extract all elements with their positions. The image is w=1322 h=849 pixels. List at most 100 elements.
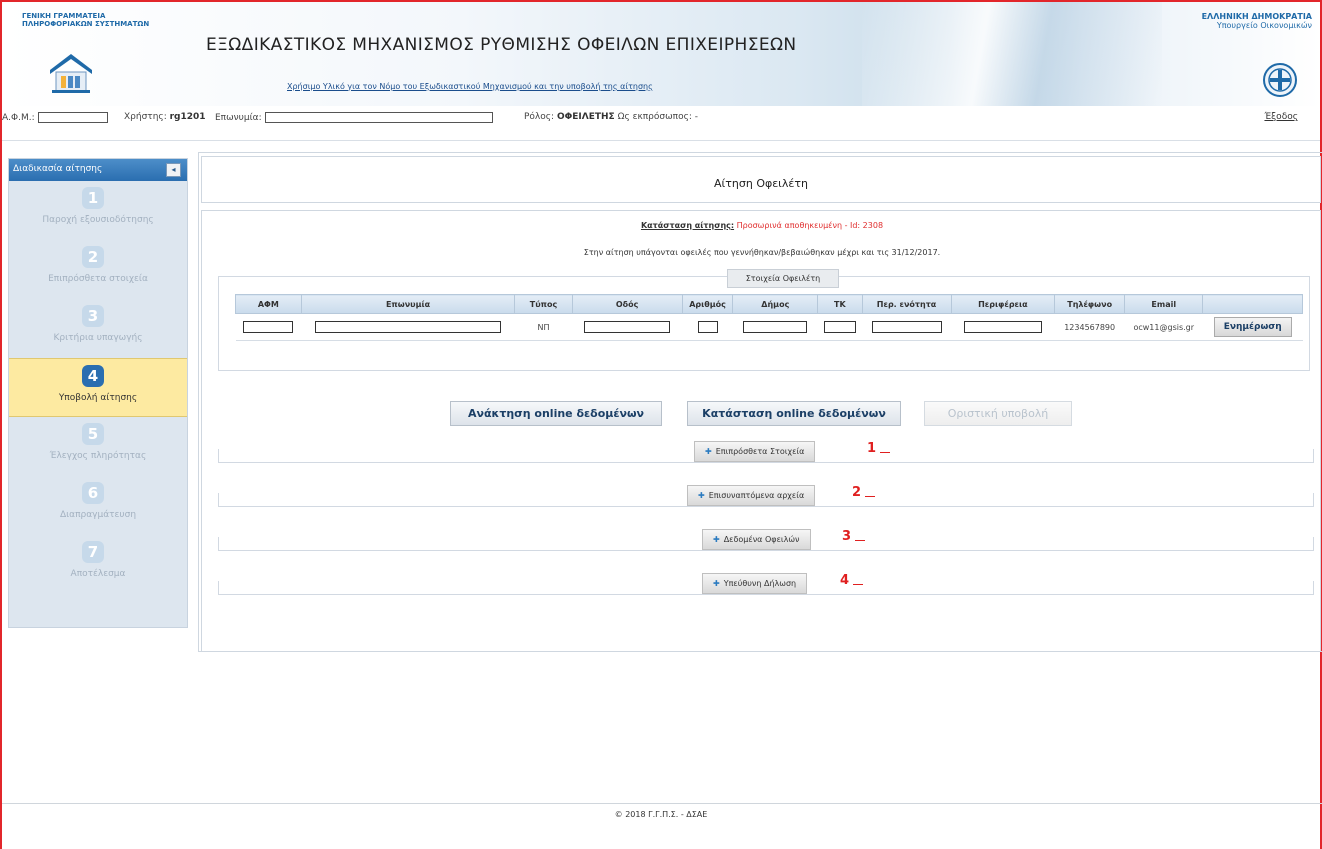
- step-number-badge: 1: [82, 187, 104, 209]
- gsis-name-line2: ΠΛΗΡΟΦΟΡΙΑΚΩΝ ΣΥΣΤΗΜΑΤΩΝ: [22, 20, 150, 28]
- column-header: ΤΚ: [817, 294, 863, 314]
- annotation-marker: 1: [867, 441, 877, 456]
- afm-cell: [235, 313, 302, 341]
- greek-emblem-icon: [1263, 63, 1297, 97]
- logout-link[interactable]: Έξοδος: [1264, 112, 1298, 122]
- municipality-input[interactable]: [743, 321, 808, 333]
- number-cell: [682, 313, 733, 341]
- update-button[interactable]: Ενημέρωση: [1213, 317, 1292, 337]
- sidebar-step-4-active[interactable]: 4 Υποβολή αίτησης: [9, 358, 187, 417]
- debtor-details-tab: Στοιχεία Οφειλέτη: [727, 269, 839, 288]
- sidebar-header: Διαδικασία αίτησης ◂: [9, 159, 187, 181]
- column-header: Αριθμός: [681, 294, 734, 314]
- representative-label: Ως εκπρόσωπος:: [617, 112, 692, 122]
- step-label: Υποβολή αίτησης: [58, 393, 138, 403]
- attachments-section-button[interactable]: ✚ Επισυναπτόμενα αρχεία: [687, 485, 816, 506]
- fetch-online-data-button[interactable]: Ανάκτηση online δεδομένων: [450, 401, 662, 426]
- government-name-line1: ΕΛΛΗΝΙΚΗ ΔΗΜΟΚΡΑΤΙΑ: [1201, 12, 1312, 21]
- afm-label: Α.Φ.Μ.:: [2, 113, 35, 123]
- column-header: ΑΦΜ: [235, 294, 302, 314]
- region-cell: [951, 313, 1055, 341]
- government-name: ΕΛΛΗΝΙΚΗ ΔΗΜΟΚΡΑΤΙΑ Υπουργείο Οικονομικώ…: [1172, 12, 1312, 30]
- role-field: Ρόλος: ΟΦΕΙΛΕΤΗΣ Ως εκπρόσωπος: -: [524, 112, 698, 122]
- final-submit-button[interactable]: Οριστική υποβολή: [924, 401, 1072, 426]
- annotation-marker: 3: [842, 529, 852, 544]
- sidebar-step-2[interactable]: 2 Επιπρόσθετα στοιχεία: [9, 240, 187, 299]
- additional-details-section-button[interactable]: ✚ Επιπρόσθετα Στοιχεία: [694, 441, 816, 462]
- region-input[interactable]: [963, 321, 1042, 333]
- street-number-input[interactable]: [697, 321, 718, 333]
- step-number-badge: 3: [82, 305, 104, 327]
- column-header: Περ. ενότητα: [861, 294, 952, 314]
- action-cell: Ενημέρωση: [1202, 313, 1303, 341]
- column-header: Email: [1124, 294, 1204, 314]
- table-row: ΝΠ 1234567890 ocw11@gsis.gr Ενημέρωση: [235, 313, 1303, 341]
- section-label: Επισυναπτόμενα αρχεία: [708, 491, 805, 500]
- debt-data-section-button[interactable]: ✚ Δεδομένα Οφειλών: [702, 529, 811, 550]
- postcode-cell: [817, 313, 863, 341]
- role-value: ΟΦΕΙΛΕΤΗΣ: [556, 112, 615, 122]
- step-label: Παροχή εξουσιοδότησης: [42, 215, 154, 225]
- annotation-marker: 2: [852, 485, 862, 500]
- annotation-line: [855, 540, 865, 541]
- step-number-badge: 5: [82, 423, 104, 445]
- name-cell: [301, 313, 515, 341]
- type-cell: ΝΠ: [514, 313, 573, 341]
- step-number-badge: 6: [82, 482, 104, 504]
- sidebar-step-6[interactable]: 6 Διαπραγμάτευση: [9, 476, 187, 535]
- sidebar-step-3[interactable]: 3 Κριτήρια υπαγωγής: [9, 299, 187, 358]
- online-data-status-button[interactable]: Κατάσταση online δεδομένων: [687, 401, 901, 426]
- column-header: Οδός: [571, 294, 683, 314]
- column-header: Επωνυμία: [300, 294, 516, 314]
- expand-plus-icon: ✚: [713, 579, 720, 588]
- expand-plus-icon: ✚: [705, 447, 712, 456]
- column-header: Τηλέφωνο: [1054, 294, 1126, 314]
- company-name-field: Επωνυμία:: [215, 112, 493, 123]
- afm-field: Α.Φ.Μ.:: [2, 112, 108, 123]
- user-value: rg1201: [169, 112, 206, 122]
- step-number-badge: 4: [82, 365, 104, 387]
- company-name-input[interactable]: [315, 321, 502, 333]
- street-cell: [572, 313, 683, 341]
- section-label: Δεδομένα Οφειλών: [723, 535, 800, 544]
- status-label: Κατάσταση αίτησης:: [640, 221, 735, 230]
- step-label: Αποτέλεσμα: [70, 569, 126, 579]
- app-title: ΕΞΩΔΙΚΑΣΤΙΚΟΣ ΜΗΧΑΝΙΣΜΟΣ ΡΥΘΜΙΣΗΣ ΟΦΕΙΛΩ…: [206, 35, 797, 55]
- street-input[interactable]: [584, 321, 671, 333]
- gsis-name: ΓΕΝΙΚΗ ΓΡΑΜΜΑΤΕΙΑ ΠΛΗΡΟΦΟΡΙΑΚΩΝ ΣΥΣΤΗΜΑΤ…: [22, 12, 172, 28]
- afm-input[interactable]: [243, 321, 294, 333]
- government-name-line2: Υπουργείο Οικονομικών: [1216, 21, 1312, 30]
- regional-unit-cell: [862, 313, 951, 341]
- section-label: Επιπρόσθετα Στοιχεία: [715, 447, 805, 456]
- company-name-value-box: [264, 112, 493, 123]
- regional-unit-input[interactable]: [871, 321, 942, 333]
- application-panel: Κατάσταση αίτησης: Προσωρινά αποθηκευμέν…: [201, 210, 1321, 652]
- phone-cell: 1234567890: [1054, 313, 1125, 341]
- afm-value-box: [37, 112, 108, 123]
- annotation-line: [865, 496, 875, 497]
- representative-value: -: [694, 112, 699, 122]
- annotation-line: [880, 452, 890, 453]
- page-title: Αίτηση Οφειλέτη: [714, 177, 808, 190]
- debtor-details-box: Στοιχεία Οφειλέτη ΑΦΜ Επωνυμία Τύπος Οδό…: [218, 269, 1310, 371]
- step-label: Διαπραγμάτευση: [59, 510, 137, 520]
- expand-plus-icon: ✚: [698, 491, 705, 500]
- postcode-input[interactable]: [823, 321, 856, 333]
- annotation-line: [853, 584, 863, 585]
- collapse-sidebar-icon[interactable]: ◂: [166, 163, 181, 177]
- solemn-declaration-section-button[interactable]: ✚ Υπεύθυνη Δήλωση: [702, 573, 808, 594]
- sidebar-step-7[interactable]: 7 Αποτέλεσμα: [9, 535, 187, 594]
- sidebar-step-5[interactable]: 5 Έλεγχος πληρότητας: [9, 417, 187, 476]
- step-number-badge: 2: [82, 246, 104, 268]
- application-status: Κατάσταση αίτησης: Προσωρινά αποθηκευμέν…: [202, 221, 1322, 230]
- sidebar-step-1[interactable]: 1 Παροχή εξουσιοδότησης: [9, 181, 187, 240]
- column-header: Περιφέρεια: [950, 294, 1056, 314]
- step-label: Έλεγχος πληρότητας: [49, 451, 147, 461]
- role-label: Ρόλος:: [524, 112, 555, 122]
- column-header: [1202, 294, 1303, 314]
- useful-material-link[interactable]: Χρήσιμο Υλικό για τον Νόμο του Εξωδικαστ…: [287, 82, 653, 91]
- footer-copyright: © 2018 Γ.Γ.Π.Σ. - ΔΣΑΕ: [614, 810, 708, 819]
- annotation-marker: 4: [840, 573, 850, 588]
- step-label: Επιπρόσθετα στοιχεία: [48, 274, 148, 284]
- column-header: Τύπος: [514, 294, 573, 314]
